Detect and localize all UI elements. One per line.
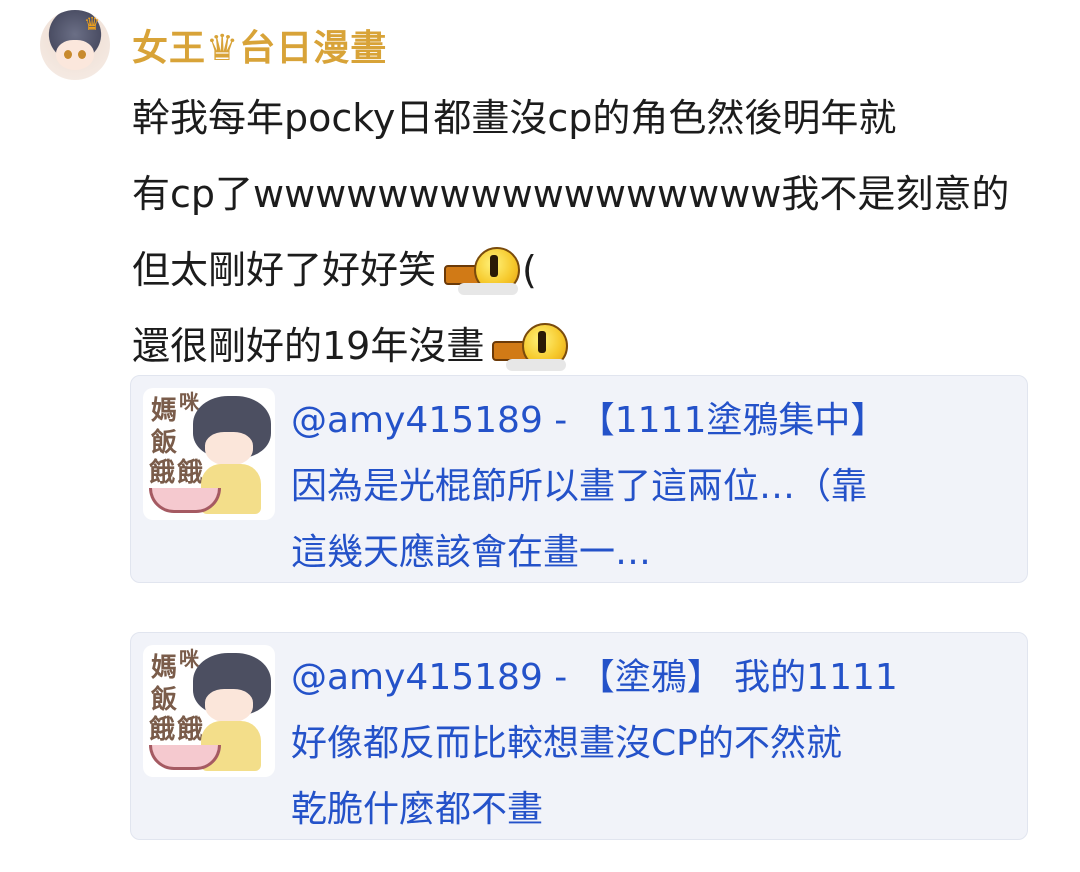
quoted-post-thumbnail[interactable]: 媽 咪 飯 餓 餓 <box>143 388 275 520</box>
sweat-drop-emoji-icon <box>488 317 570 373</box>
thumb-char: 飯 <box>151 685 178 715</box>
thumb-char: 餓 <box>149 458 176 488</box>
username[interactable]: 女王♛台日漫畫 <box>132 19 387 71</box>
quoted-post-line-1: @amy415189 - 【塗鴉】 我的1111 <box>291 657 898 698</box>
thumb-char: 飯 <box>151 428 178 458</box>
quoted-post-card[interactable]: 媽 咪 飯 餓 餓 @amy415189 - 【1111塗鴉集中】 因為是光棍節… <box>130 375 1028 583</box>
post-line-1: 幹我每年pocky日都畫沒cp的角色然後明年就 <box>132 96 897 140</box>
quoted-post-text[interactable]: @amy415189 - 【1111塗鴉集中】 因為是光棍節所以畫了這兩位…（靠… <box>291 388 1011 586</box>
avatar-eye-right <box>78 50 86 59</box>
thumb-character-face <box>205 689 253 723</box>
quoted-post-line-3: 乾脆什麼都不畫 <box>291 789 544 830</box>
avatar-eye-left <box>64 50 72 59</box>
thumb-char: 咪 <box>179 390 199 414</box>
avatar[interactable]: ♛ <box>40 10 110 80</box>
thumb-char: 媽 <box>151 396 178 426</box>
post-body: 幹我每年pocky日都畫沒cp的角色然後明年就 有cp了wwwwwwwwwwww… <box>132 92 1032 396</box>
quoted-post-line-3: 這幾天應該會在畫一… <box>291 532 652 573</box>
thumb-character-face <box>205 432 253 466</box>
post-line-3-text: 但太剛好了好好笑 <box>132 248 437 292</box>
quoted-post-line-2: 好像都反而比較想畫沒CP的不然就 <box>291 723 842 764</box>
post-header: ♛ 女王♛台日漫畫 <box>40 10 387 80</box>
thumb-char: 餓 <box>177 715 204 745</box>
post-line-4-text: 還很剛好的19年沒畫 <box>132 324 485 368</box>
post-line-2: 有cp了wwwwwwwwwwwwwwwww我不是刻意的 <box>132 172 1010 216</box>
crown-icon: ♛ <box>84 14 101 35</box>
thumb-char: 餓 <box>149 715 176 745</box>
post-line-4: 還很剛好的19年沒畫 <box>132 320 1032 372</box>
avatar-face <box>56 40 94 70</box>
thumb-char: 媽 <box>151 653 178 683</box>
post-line-3: 但太剛好了好好笑 ( <box>132 244 1032 296</box>
thumb-char: 咪 <box>179 647 199 671</box>
post-line-3-suffix: ( <box>522 248 537 292</box>
thumb-char: 餓 <box>177 458 204 488</box>
quoted-post-line-1: @amy415189 - 【1111塗鴉集中】 <box>291 400 887 441</box>
quoted-post-text[interactable]: @amy415189 - 【塗鴉】 我的1111 好像都反而比較想畫沒CP的不然… <box>291 645 1011 843</box>
sweat-drop-emoji-icon <box>440 241 522 297</box>
quoted-post-line-2: 因為是光棍節所以畫了這兩位…（靠 <box>291 466 868 507</box>
quoted-post-thumbnail[interactable]: 媽 咪 飯 餓 餓 <box>143 645 275 777</box>
quoted-post-card[interactable]: 媽 咪 飯 餓 餓 @amy415189 - 【塗鴉】 我的1111 好像都反而… <box>130 632 1028 840</box>
